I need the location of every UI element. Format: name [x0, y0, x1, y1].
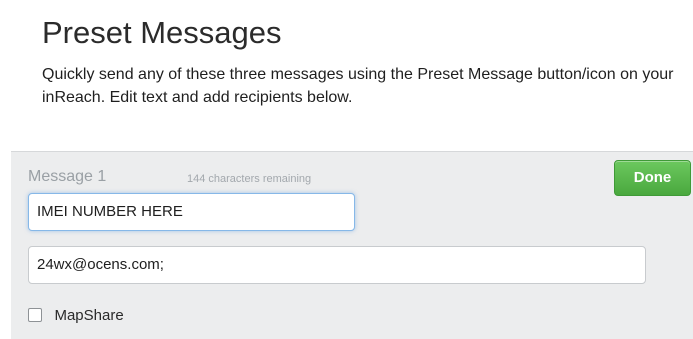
- page-description: Quickly send any of these three messages…: [42, 66, 674, 106]
- message-label: Message 1: [28, 168, 107, 185]
- mapshare-label: MapShare: [54, 307, 124, 324]
- mapshare-checkbox[interactable]: [28, 308, 42, 322]
- preset-messages-page: Preset Messages Quickly send any of thes…: [0, 0, 693, 339]
- message-text-input[interactable]: IMEI NUMBER HERE: [28, 193, 355, 231]
- done-button[interactable]: Done: [614, 160, 691, 196]
- characters-remaining-counter: 144 characters remaining: [187, 173, 312, 185]
- mapshare-option[interactable]: MapShare: [28, 306, 124, 326]
- message-editor-panel: Message 1 144 characters remaining Done …: [11, 151, 693, 339]
- recipients-input[interactable]: 24wx@ocens.com;: [28, 246, 646, 284]
- page-title: Preset Messages: [42, 15, 282, 50]
